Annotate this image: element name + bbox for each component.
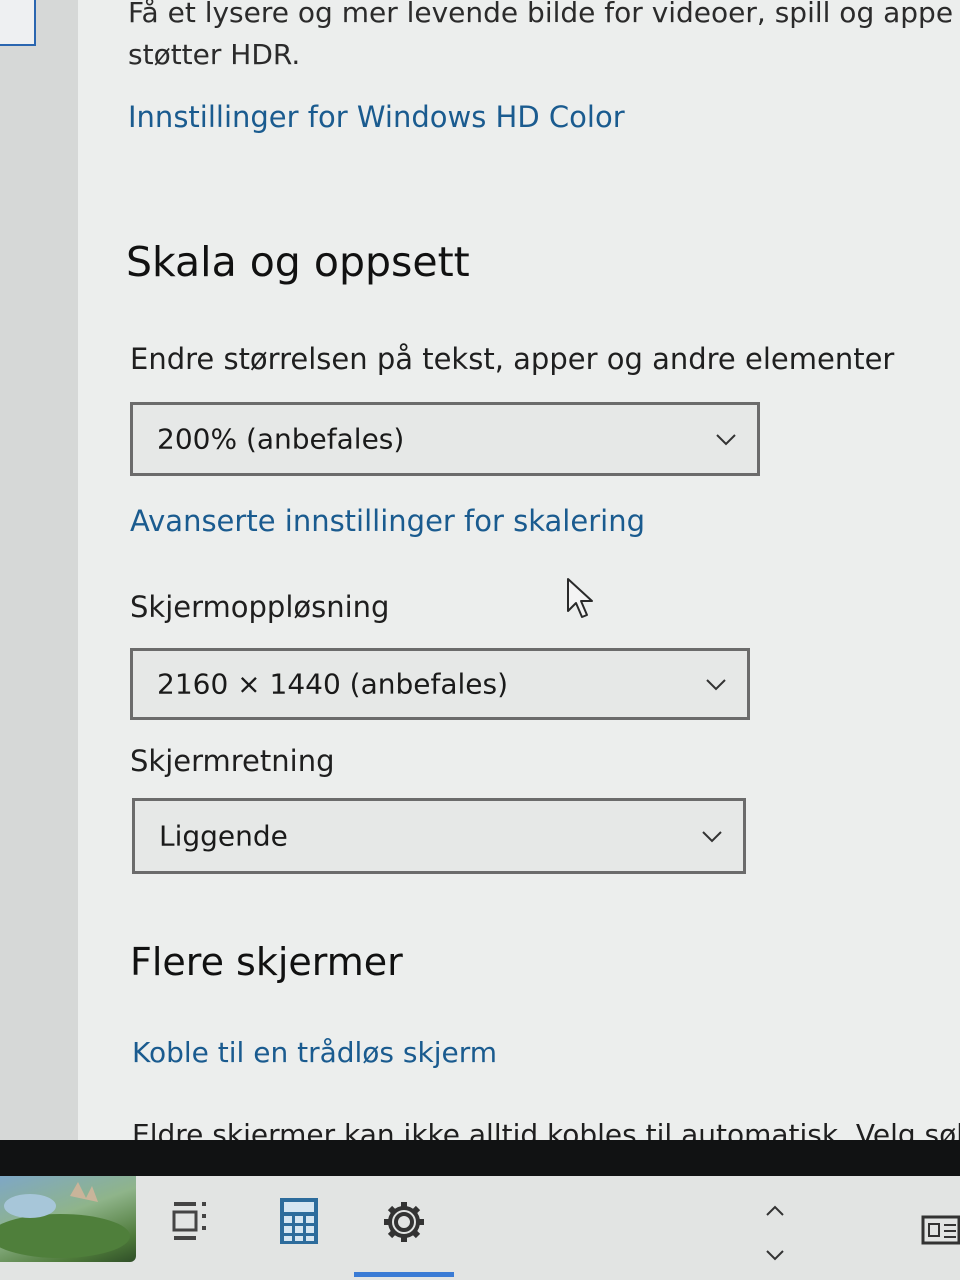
orientation-dropdown-value: Liggende [159, 819, 288, 853]
news-widget-icon[interactable] [920, 1214, 960, 1246]
hdr-description-line1: Få et lysere og mer levende bilde for vi… [128, 0, 954, 29]
chevron-up-icon[interactable] [764, 1204, 786, 1218]
scale-label: Endre størrelsen på tekst, apper og andr… [130, 342, 895, 376]
chevron-down-icon [706, 679, 726, 691]
mouse-pointer-icon [567, 578, 593, 618]
nav-item-edge[interactable] [0, 0, 36, 46]
scale-dropdown-value: 200% (anbefales) [157, 422, 405, 456]
chevron-down-icon [702, 831, 722, 843]
task-view-icon[interactable] [170, 1198, 210, 1244]
orientation-label: Skjermretning [130, 744, 335, 778]
scale-layout-title: Skala og oppsett [126, 238, 470, 286]
calculator-icon[interactable] [278, 1196, 320, 1246]
connect-wireless-display-link[interactable]: Koble til en trådløs skjerm [132, 1036, 497, 1069]
settings-nav-pane [0, 0, 79, 1140]
chevron-down-icon [716, 434, 736, 446]
display-settings-page: Få et lysere og mer levende bilde for vi… [78, 0, 960, 1140]
wallpaper-thumbnail[interactable] [0, 1176, 136, 1262]
scale-dropdown[interactable]: 200% (anbefales) [130, 402, 760, 476]
hd-color-settings-link[interactable]: Innstillinger for Windows HD Color [128, 100, 625, 134]
resolution-dropdown-value: 2160 × 1440 (anbefales) [157, 667, 509, 701]
resolution-dropdown[interactable]: 2160 × 1440 (anbefales) [130, 648, 750, 720]
hdr-description-line2: støtter HDR. [128, 38, 301, 71]
older-displays-text: Eldre skjermer kan ikke alltid kobles ti… [132, 1118, 960, 1140]
taskbar [0, 1140, 960, 1280]
taskbar-tray [0, 1176, 960, 1280]
orientation-dropdown[interactable]: Liggende [132, 798, 746, 874]
resolution-label: Skjermoppløsning [130, 590, 390, 624]
taskbar-top-edge [0, 1140, 960, 1176]
settings-active-indicator [354, 1272, 454, 1277]
settings-gear-icon[interactable] [382, 1200, 426, 1244]
landscape-icon [0, 1182, 130, 1258]
chevron-down-icon[interactable] [764, 1248, 786, 1262]
multiple-displays-title: Flere skjermer [130, 940, 403, 984]
advanced-scaling-link[interactable]: Avanserte innstillinger for skalering [130, 504, 645, 538]
